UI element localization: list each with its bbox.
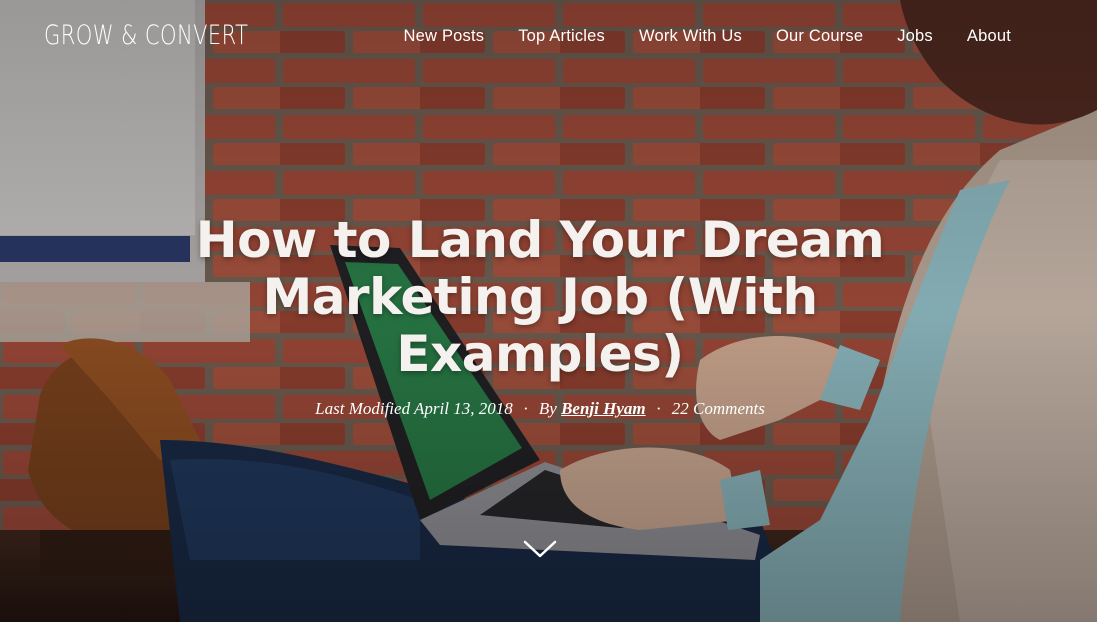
- hero-section: GROW & CONVERT New Posts Top Articles Wo…: [0, 0, 1097, 622]
- nav-item-jobs[interactable]: Jobs: [897, 27, 933, 46]
- meta-separator: ·: [522, 399, 529, 418]
- nav-item-work-with-us[interactable]: Work With Us: [639, 27, 742, 46]
- scroll-down-button[interactable]: [522, 536, 558, 562]
- main-nav: New Posts Top Articles Work With Us Our …: [404, 27, 1011, 46]
- comments-link[interactable]: 22 Comments: [672, 399, 765, 418]
- nav-item-our-course[interactable]: Our Course: [776, 27, 863, 46]
- chevron-down-icon: [523, 540, 557, 558]
- by-label: By: [538, 399, 557, 418]
- nav-item-top-articles[interactable]: Top Articles: [518, 27, 605, 46]
- nav-item-new-posts[interactable]: New Posts: [404, 27, 485, 46]
- article-title: How to Land Your Dream Marketing Job (Wi…: [195, 211, 885, 383]
- last-modified-label: Last Modified: [315, 399, 411, 418]
- nav-item-about[interactable]: About: [967, 27, 1011, 46]
- article-meta: Last Modified April 13, 2018 · By Benji …: [170, 399, 910, 419]
- last-modified-date: April 13, 2018: [414, 399, 513, 418]
- author-link[interactable]: Benji Hyam: [561, 399, 646, 418]
- meta-separator: ·: [655, 399, 662, 418]
- site-logo[interactable]: GROW & CONVERT: [44, 20, 248, 51]
